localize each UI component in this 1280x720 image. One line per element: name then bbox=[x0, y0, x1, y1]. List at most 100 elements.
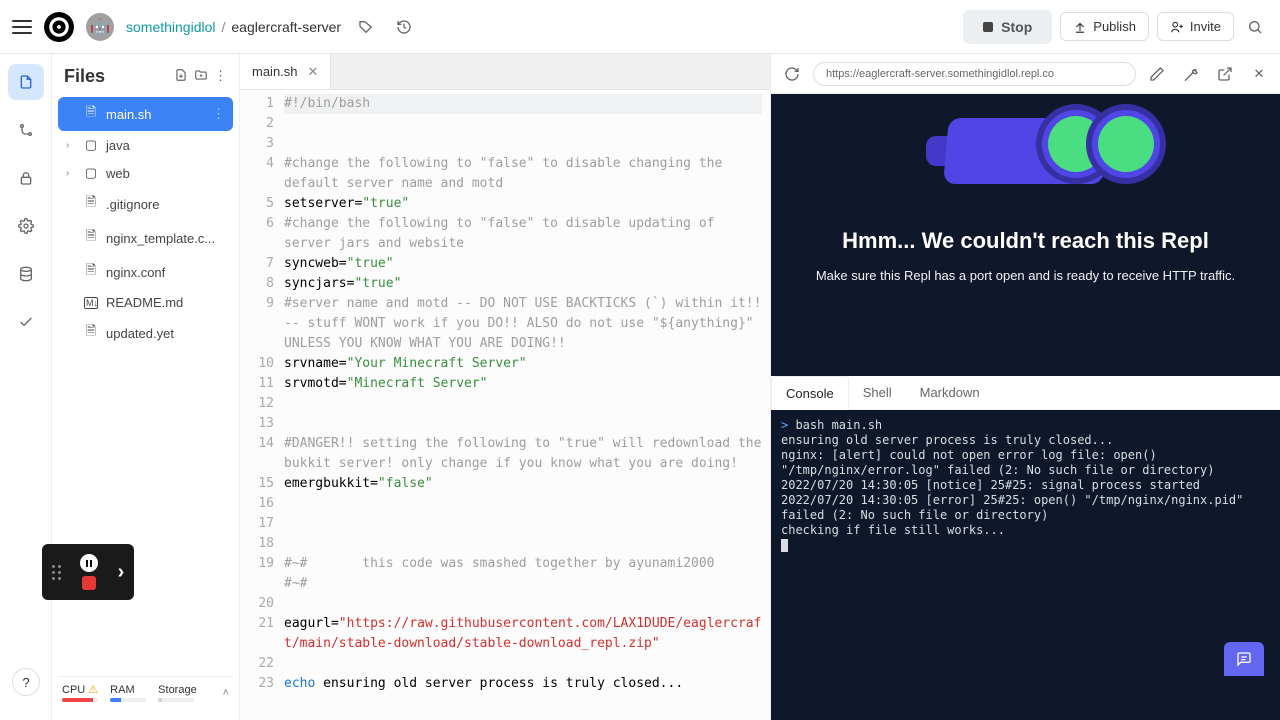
pause-icon[interactable] bbox=[80, 554, 98, 572]
line-gutter: 1234567891011121314151617181920212223 bbox=[240, 90, 284, 720]
ram-label: RAM bbox=[110, 684, 146, 696]
chat-icon bbox=[1236, 651, 1252, 667]
chevron-up-icon[interactable]: ˄ bbox=[223, 687, 229, 699]
replit-logo-icon[interactable] bbox=[44, 12, 74, 42]
new-file-icon[interactable] bbox=[174, 68, 188, 85]
editor-tabs: main.sh ✕ bbox=[240, 54, 770, 90]
files-header: Files ⋮ bbox=[58, 66, 233, 97]
editor-area: main.sh ✕ 123456789101112131415161718192… bbox=[240, 54, 770, 720]
tab-label: main.sh bbox=[252, 64, 298, 79]
files-panel: Files ⋮ 🗎main.sh⋮›▢java›▢web🗎.gitignore🗎… bbox=[52, 54, 240, 720]
nav-settings-icon[interactable] bbox=[8, 208, 44, 244]
file-icon: 🗎 bbox=[84, 227, 98, 249]
storage-meter: Storage bbox=[158, 684, 197, 702]
close-icon[interactable]: ✕ bbox=[1246, 61, 1272, 87]
file-item[interactable]: M↓ README.md bbox=[58, 289, 233, 316]
invite-label: Invite bbox=[1190, 19, 1221, 34]
file-name: main.sh bbox=[106, 107, 152, 122]
file-item[interactable]: 🗎 .gitignore bbox=[58, 187, 233, 221]
help-button[interactable]: ? bbox=[12, 668, 40, 696]
reload-icon[interactable] bbox=[779, 61, 805, 87]
publish-button[interactable]: Publish bbox=[1060, 12, 1149, 41]
history-icon[interactable] bbox=[391, 14, 417, 40]
chevron-right-icon[interactable]: › bbox=[118, 561, 125, 584]
file-name: updated.yet bbox=[106, 326, 174, 341]
preview-error-title: Hmm... We couldn't reach this Repl bbox=[842, 228, 1209, 254]
webview-preview: Hmm... We couldn't reach this Repl Make … bbox=[771, 94, 1280, 376]
folder-item[interactable]: ›▢web bbox=[58, 159, 233, 187]
folder-icon: ▢ bbox=[84, 137, 98, 153]
file-name: web bbox=[106, 166, 130, 181]
file-name: .gitignore bbox=[106, 197, 159, 212]
storage-label: Storage bbox=[158, 684, 197, 696]
stop-label: Stop bbox=[1001, 19, 1032, 35]
file-icon: 🗎 bbox=[84, 193, 98, 215]
breadcrumb-repo[interactable]: eaglercraft-server bbox=[231, 19, 341, 35]
nav-database-icon[interactable] bbox=[8, 256, 44, 292]
header-left: 🤖 somethingidlol / eaglercraft-server bbox=[12, 12, 955, 42]
drag-handle-icon[interactable] bbox=[52, 565, 61, 580]
chevron-right-icon: › bbox=[66, 140, 76, 151]
file-item[interactable]: 🗎 nginx_template.c... bbox=[58, 221, 233, 255]
file-item[interactable]: 🗎main.sh⋮ bbox=[58, 97, 233, 131]
ram-meter: RAM bbox=[110, 684, 146, 702]
terminal-tabs: ConsoleShellMarkdown bbox=[771, 376, 1280, 410]
sidenav bbox=[0, 54, 52, 720]
publish-label: Publish bbox=[1093, 19, 1136, 34]
stop-button[interactable]: Stop bbox=[963, 10, 1052, 44]
new-folder-icon[interactable] bbox=[194, 68, 208, 85]
code-editor[interactable]: 1234567891011121314151617181920212223 #!… bbox=[240, 90, 770, 720]
file-item[interactable]: 🗎 updated.yet bbox=[58, 316, 233, 350]
editor-tab[interactable]: main.sh ✕ bbox=[240, 54, 331, 89]
terminal-tab-shell[interactable]: Shell bbox=[849, 376, 906, 409]
chat-button[interactable] bbox=[1224, 642, 1264, 676]
url-bar: ✕ bbox=[771, 54, 1280, 94]
breadcrumb-user[interactable]: somethingidlol bbox=[126, 19, 216, 35]
nav-check-icon[interactable] bbox=[8, 304, 44, 340]
header: 🤖 somethingidlol / eaglercraft-server St… bbox=[0, 0, 1280, 54]
file-name: README.md bbox=[106, 295, 183, 310]
warning-icon: ⚠ bbox=[88, 684, 98, 696]
status-bar: CPU ⚠ RAM Storage ˄ bbox=[58, 676, 233, 708]
close-icon[interactable]: ✕ bbox=[308, 64, 319, 80]
preview-error-subtitle: Make sure this Repl has a port open and … bbox=[816, 268, 1235, 283]
more-icon[interactable]: ⋮ bbox=[214, 68, 227, 85]
invite-button[interactable]: Invite bbox=[1157, 12, 1234, 41]
cpu-label: CPU bbox=[62, 684, 85, 696]
open-external-icon[interactable] bbox=[1212, 61, 1238, 87]
code-body[interactable]: #!/bin/bash #change the following to "fa… bbox=[284, 90, 770, 720]
wrench-icon[interactable] bbox=[1178, 61, 1204, 87]
user-plus-icon bbox=[1170, 20, 1184, 34]
main: Files ⋮ 🗎main.sh⋮›▢java›▢web🗎.gitignore🗎… bbox=[0, 54, 1280, 720]
pencil-icon[interactable] bbox=[1144, 61, 1170, 87]
file-name: nginx_template.c... bbox=[106, 231, 215, 246]
markdown-icon: M↓ bbox=[84, 297, 98, 309]
file-name: java bbox=[106, 138, 130, 153]
search-icon[interactable] bbox=[1242, 14, 1268, 40]
nav-version-icon[interactable] bbox=[8, 112, 44, 148]
tag-icon[interactable] bbox=[353, 14, 379, 40]
binoculars-icon bbox=[896, 94, 1156, 206]
cpu-meter: CPU ⚠ bbox=[62, 683, 98, 702]
hamburger-menu-icon[interactable] bbox=[12, 20, 32, 34]
url-input[interactable] bbox=[813, 62, 1136, 86]
file-name: nginx.conf bbox=[106, 265, 165, 280]
record-stop-icon[interactable] bbox=[82, 576, 96, 590]
recording-widget[interactable]: › bbox=[42, 544, 134, 600]
terminal-tab-markdown[interactable]: Markdown bbox=[906, 376, 994, 409]
terminal-tab-console[interactable]: Console bbox=[771, 376, 849, 410]
upload-icon bbox=[1073, 20, 1087, 34]
file-item[interactable]: 🗎 nginx.conf bbox=[58, 255, 233, 289]
file-icon: 🗎 bbox=[84, 322, 98, 344]
file-icon: 🗎 bbox=[84, 261, 98, 283]
files-actions: ⋮ bbox=[174, 68, 227, 85]
chevron-right-icon: › bbox=[66, 168, 76, 179]
stop-icon bbox=[983, 22, 993, 32]
files-title: Files bbox=[64, 66, 105, 87]
avatar[interactable]: 🤖 bbox=[86, 13, 114, 41]
folder-item[interactable]: › ▢ java bbox=[58, 131, 233, 159]
nav-lock-icon[interactable] bbox=[8, 160, 44, 196]
terminal-output[interactable]: > bash main.shensuring old server proces… bbox=[771, 410, 1280, 720]
nav-files-icon[interactable] bbox=[8, 64, 44, 100]
more-icon[interactable]: ⋮ bbox=[212, 106, 225, 122]
